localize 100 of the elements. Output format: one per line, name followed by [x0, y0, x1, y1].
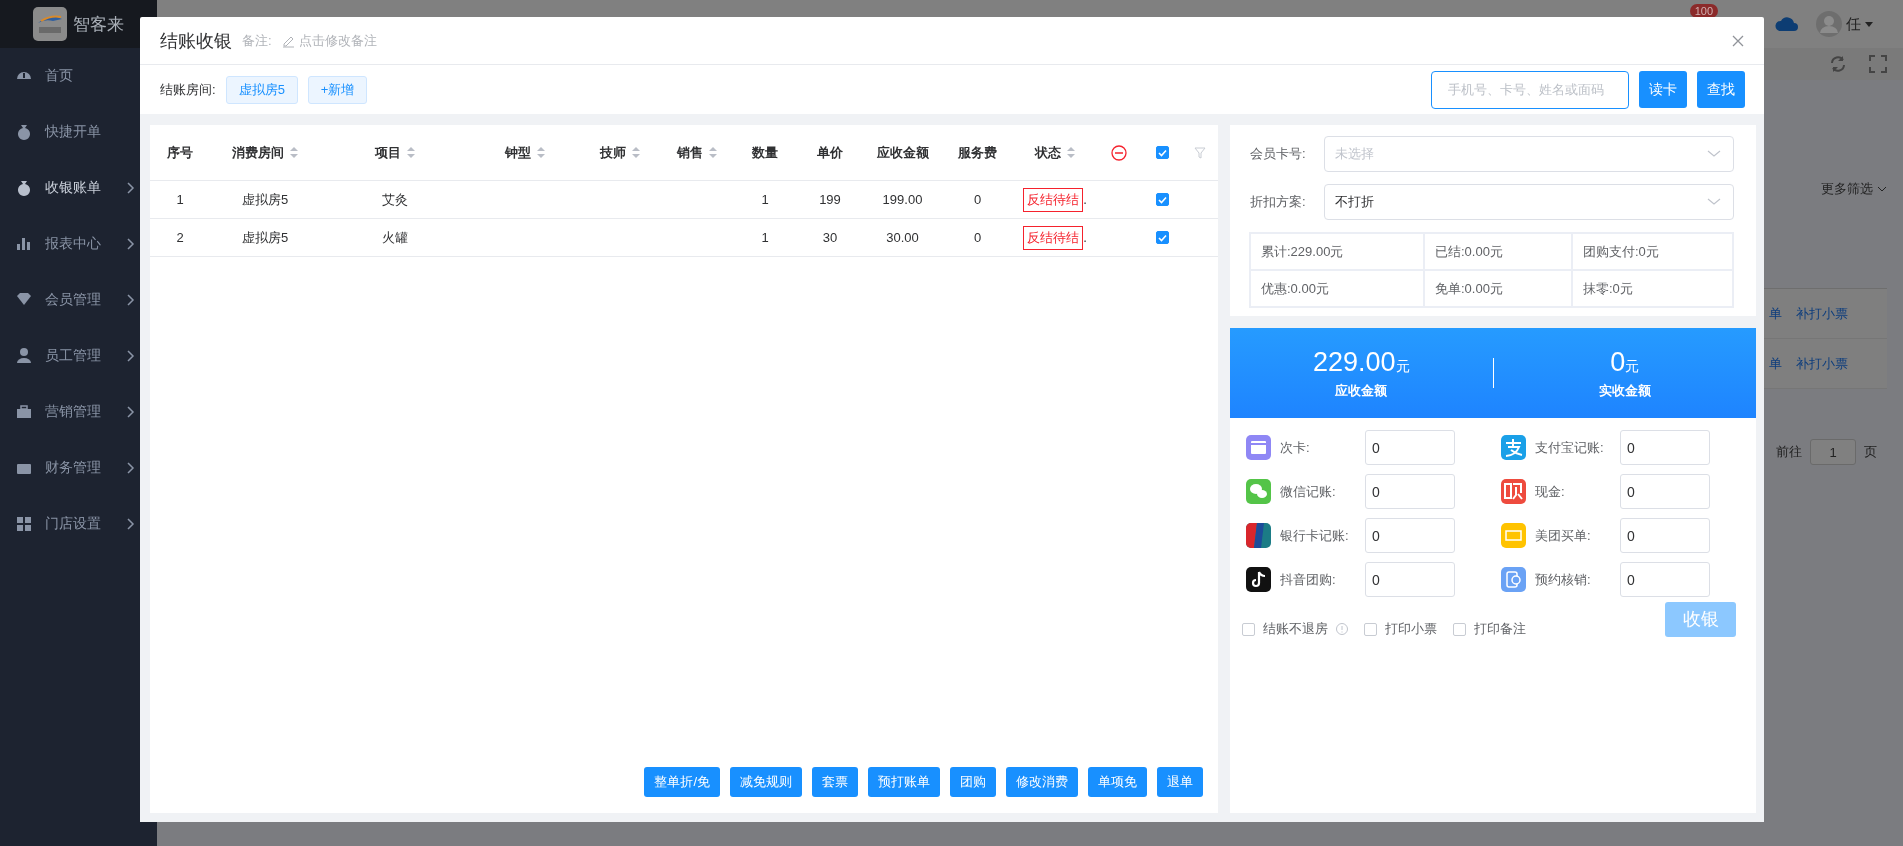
column-header[interactable]: 单价	[795, 125, 865, 180]
read-card-button[interactable]: 读卡	[1639, 71, 1687, 108]
payment-field[interactable]: 0	[1620, 518, 1710, 553]
table-cell-text: 2	[175, 229, 185, 247]
column-header[interactable]: 项目	[320, 125, 470, 180]
bill-link[interactable]: 单	[1769, 304, 1782, 323]
column-header[interactable]: 消费房间	[210, 125, 320, 180]
payment-field[interactable]: 0	[1365, 430, 1455, 465]
notification-badge: 100	[1689, 4, 1718, 18]
option-label: 打印备注	[1474, 620, 1526, 638]
check-icon	[1156, 232, 1168, 243]
payment-label: 美团买单:	[1535, 526, 1592, 545]
table-cell-text: 0	[972, 191, 983, 209]
bank-card-icon	[1246, 523, 1271, 548]
checkbox[interactable]	[1155, 146, 1169, 159]
table-cell-text: 1	[760, 191, 770, 209]
field-label: 会员卡号:	[1250, 145, 1307, 163]
check-icon	[1156, 194, 1168, 205]
column-header[interactable]: 销售	[660, 125, 735, 180]
table-cell-text: 199	[818, 191, 842, 209]
action-button[interactable]: 整单折/免	[644, 767, 720, 797]
sidebar-item[interactable]: 报表中心	[0, 216, 157, 272]
sidebar-item[interactable]: 门店设置	[0, 496, 157, 552]
close-icon[interactable]	[1732, 34, 1744, 47]
chevron-down-icon	[1707, 198, 1721, 206]
add-room-button[interactable]: +新增	[307, 75, 368, 104]
sidebar-item[interactable]: 员工管理	[0, 328, 157, 384]
page-field[interactable]: 1	[1810, 439, 1856, 465]
sidebar-item[interactable]: 会员管理	[0, 272, 157, 328]
briefcase-icon	[15, 403, 33, 421]
payment-field[interactable]: 0	[1620, 430, 1710, 465]
chevron-down-icon	[1707, 150, 1721, 158]
filter-link[interactable]: 更多筛选	[1821, 180, 1887, 198]
table-cell-text: 1	[760, 229, 770, 247]
payment-label: 抖音团购:	[1280, 570, 1337, 589]
action-button[interactable]: 减免规则	[730, 767, 802, 797]
note-label: 备注:	[242, 31, 272, 50]
check-icon	[1156, 147, 1168, 158]
checkbox[interactable]	[1364, 622, 1377, 636]
checkbox[interactable]	[1155, 193, 1169, 206]
payment-label: 银行卡记账:	[1280, 526, 1350, 545]
field-label: 折扣方案:	[1250, 193, 1307, 211]
payment-field[interactable]: 0	[1365, 562, 1455, 597]
avatar-icon[interactable]	[1816, 11, 1842, 37]
cash-icon	[1501, 479, 1526, 504]
table-cell-text: 虚拟房5	[240, 228, 290, 247]
action-button[interactable]: 套票	[812, 767, 858, 797]
search-button[interactable]: 查找	[1697, 71, 1745, 108]
summary-item: 累计:229.00元	[1250, 233, 1424, 270]
payment-field[interactable]: 0	[1620, 562, 1710, 597]
bill-link[interactable]: 单	[1769, 354, 1782, 373]
table-cell-text: 艾灸	[381, 190, 409, 209]
payment-field[interactable]: 0	[1365, 474, 1455, 509]
room-tag[interactable]: 虚拟房5	[225, 75, 298, 104]
music-note-icon	[1246, 567, 1271, 592]
filter-icon[interactable]	[1194, 146, 1206, 159]
action-button[interactable]: 预打账单	[868, 767, 940, 797]
table-cell-text: 0	[972, 229, 983, 247]
reprint-link[interactable]: 补打小票	[1796, 354, 1848, 373]
action-button[interactable]: 团购	[950, 767, 996, 797]
sidebar-item[interactable]: 财务管理	[0, 440, 157, 496]
action-button[interactable]: 退单	[1157, 767, 1203, 797]
sidebar-item[interactable]: 营销管理	[0, 384, 157, 440]
payment-label: 微信记账:	[1280, 482, 1337, 501]
summary-item: 已结:0.00元	[1424, 233, 1572, 270]
column-header[interactable]: 服务费	[940, 125, 1015, 180]
table-cell-text: 1	[175, 191, 185, 209]
phone-icon	[1501, 567, 1526, 592]
payment-label: 次卡:	[1280, 438, 1311, 457]
column-header[interactable]: 数量	[735, 125, 795, 180]
column-header[interactable]: 状态	[1015, 125, 1095, 180]
action-button[interactable]: 修改消费	[1006, 767, 1078, 797]
user-name[interactable]: 任	[1846, 14, 1861, 34]
search-field[interactable]: 手机号、卡号、姓名或面码	[1431, 70, 1629, 109]
reprint-link[interactable]: 补打小票	[1796, 304, 1848, 323]
fullscreen-icon[interactable]	[1869, 55, 1887, 73]
brand-name: 智客来	[73, 13, 124, 36]
checkbox[interactable]	[1453, 622, 1466, 636]
action-button[interactable]: 单项免	[1088, 767, 1147, 797]
payment-label: 预约核销:	[1535, 570, 1592, 589]
summary-item: 优惠:0.00元	[1250, 270, 1424, 307]
column-header[interactable]: 技师	[580, 125, 660, 180]
amount-label: 实收金额	[1598, 382, 1651, 400]
money-bag-icon	[15, 179, 33, 197]
column-header[interactable]: 钟型	[470, 125, 580, 180]
grid-icon	[15, 515, 33, 533]
sidebar-item[interactable]: 首页	[0, 48, 157, 104]
payment-field[interactable]: 0	[1365, 518, 1455, 553]
coupon-icon	[1501, 523, 1526, 548]
checkbox[interactable]	[1155, 231, 1169, 244]
column-header[interactable]: 应收金额	[865, 125, 940, 180]
payment-field[interactable]: 0	[1620, 474, 1710, 509]
alipay-icon	[1501, 435, 1526, 460]
cloud-icon[interactable]	[1774, 15, 1798, 33]
goto-label: 前往	[1776, 443, 1802, 461]
remove-icon[interactable]	[1110, 144, 1127, 161]
refresh-icon[interactable]	[1829, 55, 1847, 73]
discount-select[interactable]: 不打折	[1324, 184, 1734, 220]
checkbox[interactable]	[1242, 622, 1255, 636]
payment-label: 支付宝记账:	[1535, 438, 1605, 457]
